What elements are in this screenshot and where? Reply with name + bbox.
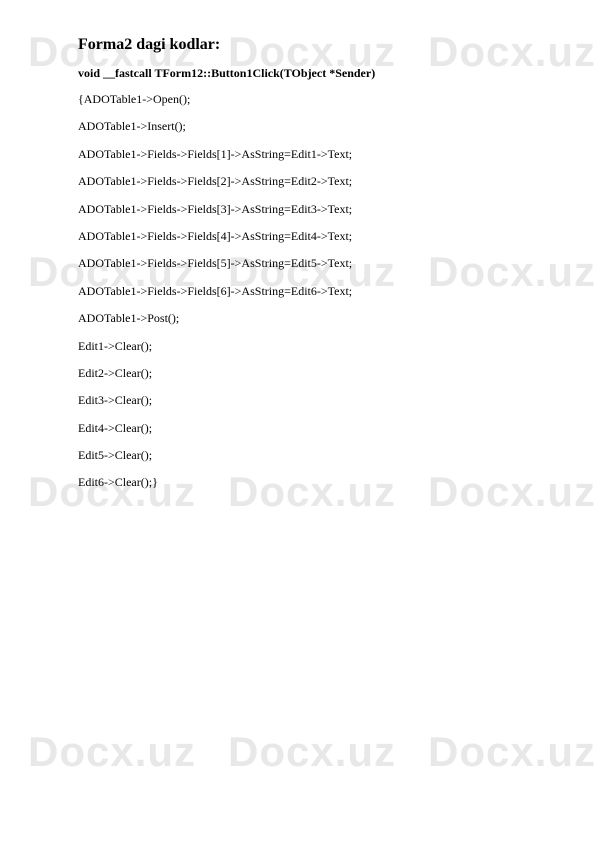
code-line: Edit3->Clear(); <box>78 392 517 409</box>
code-line: ADOTable1->Post(); <box>78 310 517 327</box>
watermark: Docx.uz <box>428 728 595 776</box>
watermark: Docx.uz <box>228 728 396 776</box>
code-line: Edit2->Clear(); <box>78 365 517 382</box>
code-line: ADOTable1->Fields->Fields[3]->AsString=E… <box>78 201 517 218</box>
code-line: Edit6->Clear();} <box>78 474 517 491</box>
code-line: ADOTable1->Fields->Fields[2]->AsString=E… <box>78 173 517 190</box>
code-line: ADOTable1->Fields->Fields[4]->AsString=E… <box>78 228 517 245</box>
document-body: Forma2 dagi kodlar: void __fastcall TFor… <box>0 0 595 492</box>
code-line: ADOTable1->Insert(); <box>78 118 517 135</box>
code-line: ADOTable1->Fields->Fields[6]->AsString=E… <box>78 283 517 300</box>
code-line: ADOTable1->Fields->Fields[5]->AsString=E… <box>78 255 517 272</box>
code-line: {ADOTable1->Open(); <box>78 91 517 108</box>
watermark: Docx.uz <box>28 728 196 776</box>
section-heading: Forma2 dagi kodlar: <box>78 36 517 54</box>
code-line: ADOTable1->Fields->Fields[1]->AsString=E… <box>78 146 517 163</box>
code-line: Edit1->Clear(); <box>78 338 517 355</box>
code-line: Edit4->Clear(); <box>78 420 517 437</box>
code-line: Edit5->Clear(); <box>78 447 517 464</box>
function-signature: void __fastcall TForm12::Button1Click(TO… <box>78 66 517 81</box>
